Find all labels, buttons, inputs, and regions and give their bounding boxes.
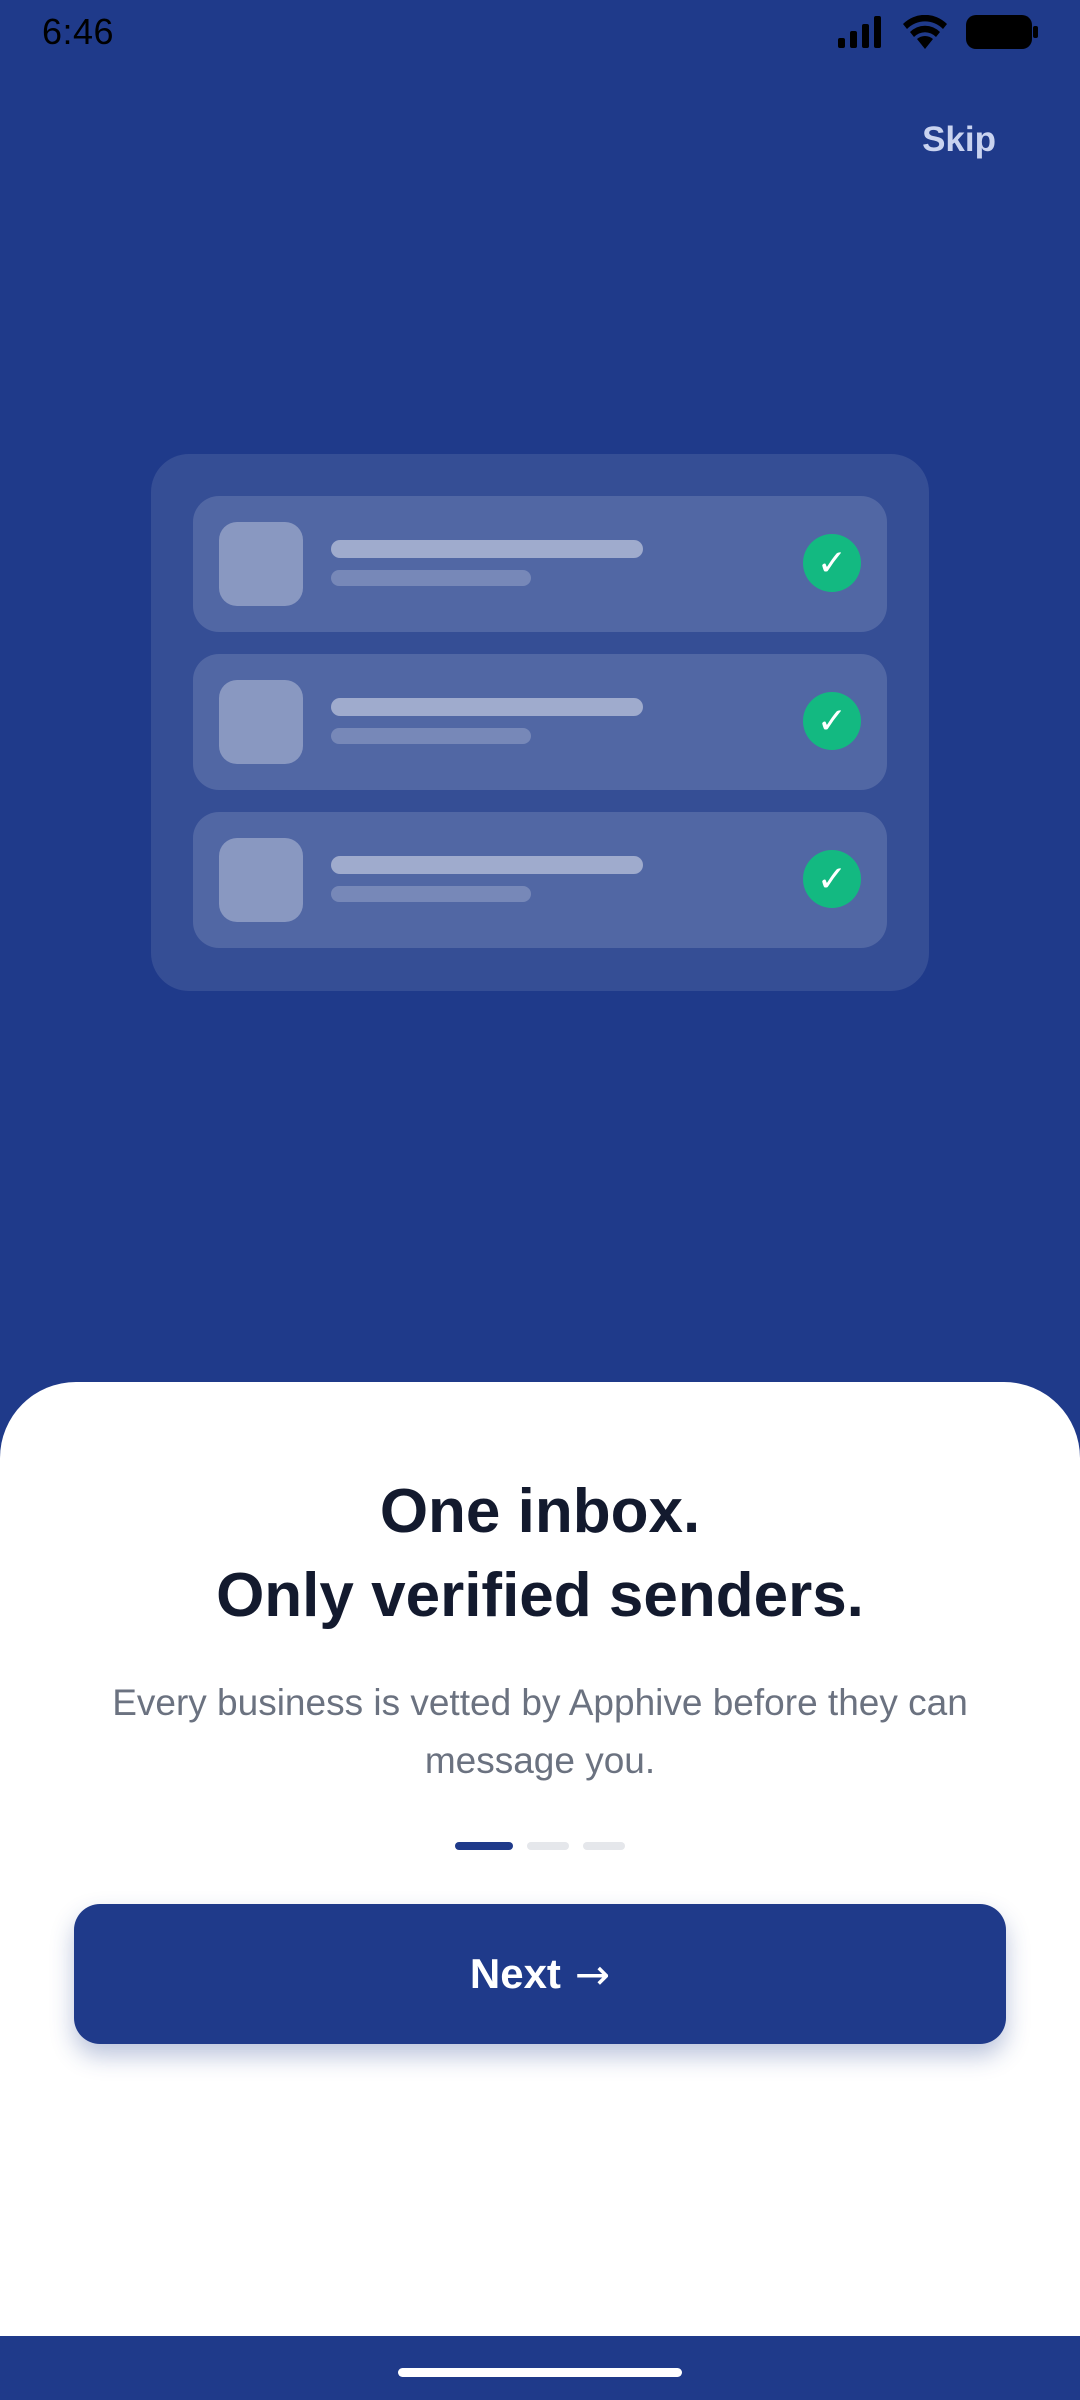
row-subtitle-placeholder [331,886,531,902]
row-avatar-placeholder [219,680,303,764]
check-icon: ✓ [803,692,861,750]
onboarding-title: One inbox. Only verified senders. [0,1470,1080,1638]
row-subtitle-placeholder [331,728,531,744]
status-icons [838,15,1038,49]
page-dot [527,1842,569,1850]
check-icon: ✓ [803,850,861,908]
skip-button[interactable]: Skip [922,120,996,160]
title-line-2: Only verified senders. [216,1561,864,1630]
row-title-placeholder [331,856,643,874]
check-icon: ✓ [803,534,861,592]
illustration-row: ✓ [193,654,887,790]
status-bar: 6:46 [0,0,1080,64]
row-avatar-placeholder [219,838,303,922]
wifi-icon [903,15,947,49]
page-dot [583,1842,625,1850]
illustration-row: ✓ [193,496,887,632]
page-indicator [0,1842,1080,1850]
row-title-placeholder [331,540,643,558]
battery-icon [966,15,1038,49]
home-indicator[interactable] [398,2368,682,2377]
title-line-1: One inbox. [379,1477,701,1546]
onboarding-sheet: One inbox. Only verified senders. Every … [0,1382,1080,2336]
row-subtitle-placeholder [331,570,531,586]
next-button-label: Next [469,1950,561,1997]
row-title-placeholder [331,698,643,716]
row-avatar-placeholder [219,522,303,606]
illustration-row: ✓ [193,812,887,948]
onboarding-subtitle: Every business is vetted by Apphive befo… [112,1682,968,1781]
arrow-right-icon: → [574,1949,611,1999]
status-time: 6:46 [42,11,115,52]
gesture-nav-bar [0,2336,1080,2400]
verified-inbox-illustration: ✓ ✓ ✓ [151,454,929,991]
next-button[interactable]: Next → [74,1904,1006,2044]
signal-icon [838,16,881,48]
page-dot-active [455,1842,513,1850]
